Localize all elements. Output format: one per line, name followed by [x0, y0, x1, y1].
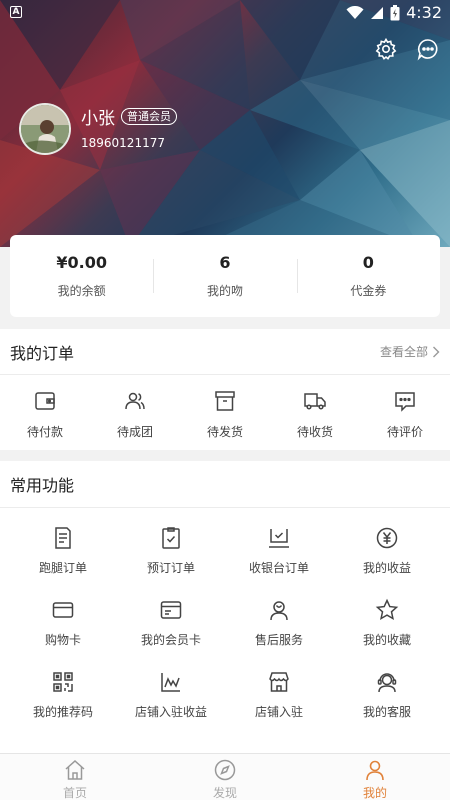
compass-icon [214, 759, 236, 781]
bottom-tab-bar: 首页 发现 我的 [0, 753, 450, 800]
function-shopping-card[interactable]: 购物卡 [9, 590, 117, 662]
cashier-icon [269, 529, 289, 548]
functions-header: 常用功能 [0, 461, 450, 508]
truck-icon [304, 393, 326, 410]
profile-name-row: 小张 普通会员 [81, 104, 177, 129]
function-my-favorites[interactable]: 我的收藏 [333, 590, 441, 662]
order-pending-review[interactable]: 待评价 [360, 389, 450, 440]
function-label: 我的收藏 [362, 633, 411, 647]
headset-icon [377, 673, 397, 693]
settings-gear-icon[interactable] [374, 37, 398, 61]
yuan-coin-icon [376, 527, 398, 549]
tab-mine[interactable]: 我的 [300, 754, 450, 800]
order-label: 待付款 [26, 425, 63, 439]
member-level-badge: 普通会员 [121, 108, 177, 125]
order-pending-shipment[interactable]: 待发货 [180, 389, 270, 440]
message-icon[interactable] [416, 37, 440, 61]
star-icon [375, 598, 399, 620]
comment-icon [395, 392, 415, 412]
stats-card: ¥0.00 我的余额 6 我的吻 0 代金券 [10, 235, 440, 317]
order-label: 待收货 [296, 425, 333, 439]
function-errand-orders[interactable]: 跑腿订单 [9, 518, 117, 590]
signal-icon [371, 6, 384, 19]
common-functions-section: 常用功能 跑腿订单 预订订单 收银台订单 我的收益 购物卡 我的会员卡 售后服务… [0, 461, 450, 761]
member-card-icon [160, 601, 182, 619]
function-after-sales[interactable]: 售后服务 [225, 590, 333, 662]
chevron-right-icon [433, 346, 440, 357]
view-all-orders-link[interactable]: 查看全部 [380, 343, 440, 360]
function-label: 我的客服 [362, 705, 411, 719]
username: 小张 [81, 109, 115, 129]
function-label: 店铺入驻 [254, 705, 303, 719]
stat-label: 代金券 [350, 284, 387, 298]
notification-badge: A [10, 6, 22, 18]
section-title: 我的订单 [10, 343, 75, 363]
order-pending-receipt[interactable]: 待收货 [270, 389, 360, 440]
function-store-join-earnings[interactable]: 店铺入驻收益 [117, 662, 225, 734]
function-my-earnings[interactable]: 我的收益 [333, 518, 441, 590]
function-label: 预订订单 [146, 561, 195, 575]
phone-number: 18960121177 [81, 136, 165, 150]
function-referral-code[interactable]: 我的推荐码 [9, 662, 117, 734]
order-pending-group[interactable]: 待成团 [90, 389, 180, 440]
status-bar: A 4:32 [0, 0, 450, 26]
stat-label: 我的余额 [57, 284, 106, 298]
group-icon [125, 392, 145, 410]
shop-icon [269, 672, 289, 692]
stat-value: 0 [362, 253, 374, 272]
function-label: 售后服务 [254, 633, 303, 647]
function-member-card[interactable]: 我的会员卡 [117, 590, 225, 662]
clock: 4:32 [406, 3, 442, 22]
profile-header: A 4:32 小张 普通会员 18960121177 [0, 0, 450, 247]
qrcode-icon [53, 672, 73, 692]
function-customer-service[interactable]: 我的客服 [333, 662, 441, 734]
function-label: 跑腿订单 [38, 561, 87, 575]
card-icon [52, 602, 74, 618]
stat-label: 我的吻 [206, 284, 243, 298]
my-orders-section: 我的订单 查看全部 待付款 待成团 待发货 待收货 待评价 [0, 329, 450, 450]
function-label: 我的推荐码 [32, 705, 93, 719]
avatar[interactable] [19, 103, 71, 155]
stat-value: ¥0.00 [56, 253, 107, 272]
battery-icon [390, 4, 400, 20]
service-person-icon [270, 601, 288, 621]
tab-discover[interactable]: 发现 [150, 754, 300, 800]
stat-value: 6 [219, 253, 231, 272]
tab-home[interactable]: 首页 [0, 754, 150, 800]
home-icon [65, 759, 85, 780]
stat-kisses[interactable]: 6 我的吻 [153, 253, 296, 299]
chart-icon [161, 673, 180, 692]
stat-balance[interactable]: ¥0.00 我的余额 [10, 253, 153, 299]
function-label: 店铺入驻收益 [134, 705, 207, 719]
function-label: 我的收益 [362, 561, 411, 575]
wifi-icon [346, 5, 364, 19]
view-all-label: 查看全部 [379, 345, 428, 359]
order-label: 待发货 [206, 425, 243, 439]
tab-label: 发现 [212, 786, 237, 800]
stat-vouchers[interactable]: 0 代金券 [296, 253, 440, 299]
user-icon [366, 760, 384, 781]
function-cashier-orders[interactable]: 收银台订单 [225, 518, 333, 590]
function-store-join[interactable]: 店铺入驻 [225, 662, 333, 734]
section-title: 常用功能 [10, 476, 75, 495]
clipboard-check-icon [162, 527, 180, 549]
function-booking-orders[interactable]: 预订订单 [117, 518, 225, 590]
function-label: 购物卡 [44, 633, 81, 647]
box-icon [215, 391, 235, 411]
document-icon [55, 527, 71, 549]
wallet-icon [35, 392, 55, 410]
function-label: 我的会员卡 [140, 633, 201, 647]
order-label: 待评价 [386, 425, 423, 439]
function-label: 收银台订单 [248, 561, 309, 575]
order-pending-payment[interactable]: 待付款 [0, 389, 90, 440]
orders-header: 我的订单 查看全部 [0, 329, 450, 375]
tab-label: 我的 [362, 786, 387, 800]
order-label: 待成团 [116, 425, 153, 439]
tab-label: 首页 [62, 786, 87, 800]
